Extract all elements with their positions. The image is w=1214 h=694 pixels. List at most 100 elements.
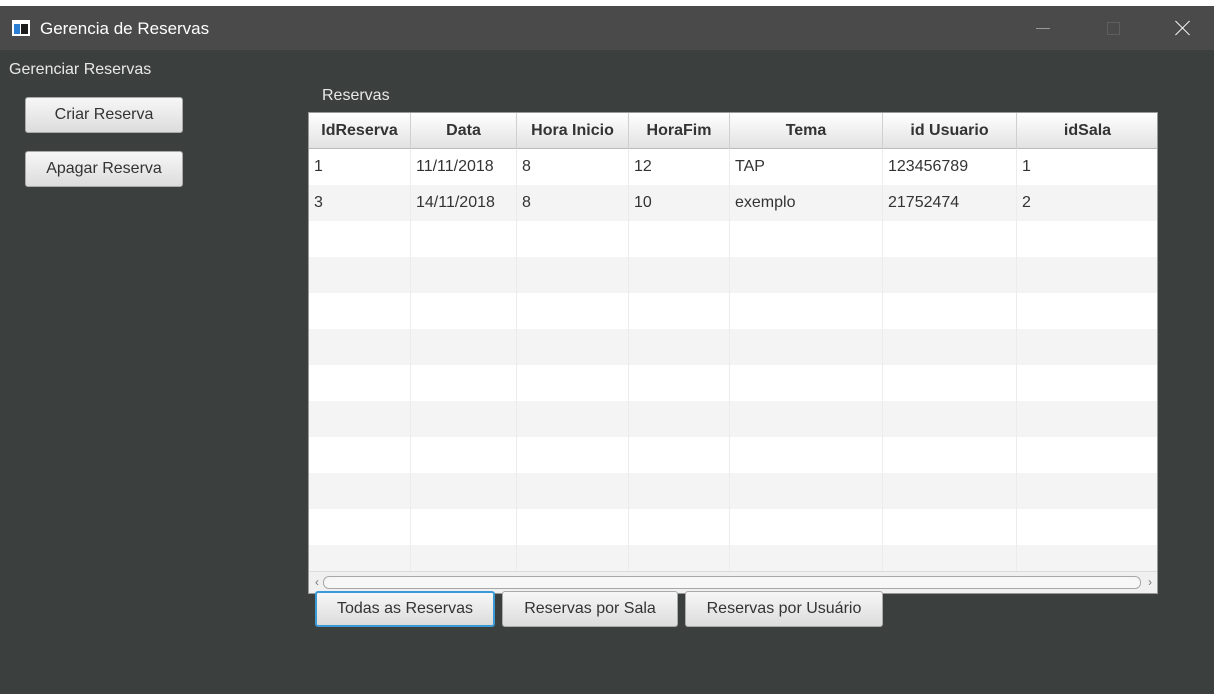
table-cell: 1 [309, 149, 411, 185]
table-row [309, 329, 1157, 365]
column-header[interactable]: HoraFim [629, 113, 730, 149]
column-header[interactable]: Hora Inicio [517, 113, 629, 149]
table-cell [517, 509, 629, 545]
table-cell: 11/11/2018 [411, 149, 517, 185]
table-cell [1017, 329, 1157, 365]
criar-reserva-button[interactable]: Criar Reserva [25, 97, 183, 133]
table-cell [730, 365, 883, 401]
table-cell: 8 [517, 149, 629, 185]
table-cell: TAP [730, 149, 883, 185]
table-cell [883, 365, 1017, 401]
table-cell [309, 221, 411, 257]
table-row [309, 257, 1157, 293]
close-icon [1175, 20, 1191, 36]
table-cell: 12 [629, 149, 730, 185]
table-cell: 21752474 [883, 185, 1017, 221]
table-cell [629, 365, 730, 401]
table-cell [1017, 437, 1157, 473]
close-button[interactable] [1160, 6, 1206, 50]
table-cell [411, 473, 517, 509]
column-header[interactable]: idSala [1017, 113, 1157, 149]
table-cell [883, 473, 1017, 509]
table-cell [411, 221, 517, 257]
table-cell [309, 401, 411, 437]
table-cell [1017, 365, 1157, 401]
table-cell [730, 221, 883, 257]
column-header[interactable]: IdReserva [309, 113, 411, 149]
minimize-button[interactable] [1020, 6, 1066, 50]
table-cell [1017, 473, 1157, 509]
column-header[interactable]: Tema [730, 113, 883, 149]
table-row [309, 473, 1157, 509]
table-cell [629, 401, 730, 437]
table-cell [309, 437, 411, 473]
reservas-table[interactable]: IdReserva Data Hora Inicio HoraFim Tema id Us… [308, 112, 1158, 594]
table-cell [411, 437, 517, 473]
table-row[interactable]: 1 11/11/2018 8 12 TAP 123456789 1 [309, 149, 1157, 185]
table-cell [517, 401, 629, 437]
table-cell [730, 473, 883, 509]
table-cell [411, 293, 517, 329]
table-cell [883, 437, 1017, 473]
table-cell [883, 401, 1017, 437]
table-row [309, 509, 1157, 545]
table-cell [629, 293, 730, 329]
scroll-right-icon[interactable]: › [1145, 575, 1155, 589]
reservas-por-sala-button[interactable]: Reservas por Sala [502, 591, 678, 627]
window-title: Gerencia de Reservas [40, 19, 210, 38]
table-row[interactable]: 3 14/11/2018 8 10 exemplo 21752474 2 [309, 185, 1157, 221]
table-cell [730, 293, 883, 329]
table-cell [629, 473, 730, 509]
table-cell [1017, 257, 1157, 293]
table-cell [309, 365, 411, 401]
table-cell: 10 [629, 185, 730, 221]
table-cell: 2 [1017, 185, 1157, 221]
table-cell [629, 509, 730, 545]
table-cell: 8 [517, 185, 629, 221]
table-cell [730, 401, 883, 437]
table-cell [883, 293, 1017, 329]
table-cell [1017, 401, 1157, 437]
table-cell [517, 437, 629, 473]
table-cell [517, 329, 629, 365]
app-window: Gerencia de Reservas Gerenciar Reservas … [0, 6, 1214, 694]
table-cell [517, 221, 629, 257]
column-header[interactable]: id Usuario [883, 113, 1017, 149]
table-cell [1017, 509, 1157, 545]
table-cell [411, 509, 517, 545]
table-cell [730, 437, 883, 473]
table-cell: exemplo [730, 185, 883, 221]
table-cell [730, 329, 883, 365]
table-cell: 1 [1017, 149, 1157, 185]
table-cell [411, 401, 517, 437]
table-cell [309, 257, 411, 293]
table-cell [1017, 293, 1157, 329]
table-cell [629, 257, 730, 293]
title-bar: Gerencia de Reservas [0, 6, 1214, 50]
todas-reservas-button[interactable]: Todas as Reservas [315, 591, 495, 627]
table-row [309, 365, 1157, 401]
maximize-icon [1106, 21, 1120, 35]
scroll-left-icon[interactable]: ‹ [312, 575, 322, 589]
scrollbar-thumb[interactable] [323, 576, 1141, 589]
table-cell [629, 437, 730, 473]
table-cell [629, 329, 730, 365]
table-cell [411, 257, 517, 293]
maximize-button[interactable] [1090, 6, 1136, 50]
table-cell [730, 257, 883, 293]
horizontal-scrollbar[interactable]: ‹ › [309, 571, 1157, 593]
apagar-reserva-button[interactable]: Apagar Reserva [25, 151, 183, 187]
table-header: IdReserva Data Hora Inicio HoraFim Tema id Us… [309, 113, 1157, 149]
table-cell [629, 221, 730, 257]
table-cell [883, 329, 1017, 365]
table-cell [517, 473, 629, 509]
table-cell [309, 293, 411, 329]
table-cell [411, 365, 517, 401]
table-row [309, 221, 1157, 257]
table-cell [883, 509, 1017, 545]
column-header[interactable]: Data [411, 113, 517, 149]
table-row [309, 401, 1157, 437]
table-cell [309, 329, 411, 365]
table-cell [730, 509, 883, 545]
reservas-por-usuario-button[interactable]: Reservas por Usuário [685, 591, 883, 627]
